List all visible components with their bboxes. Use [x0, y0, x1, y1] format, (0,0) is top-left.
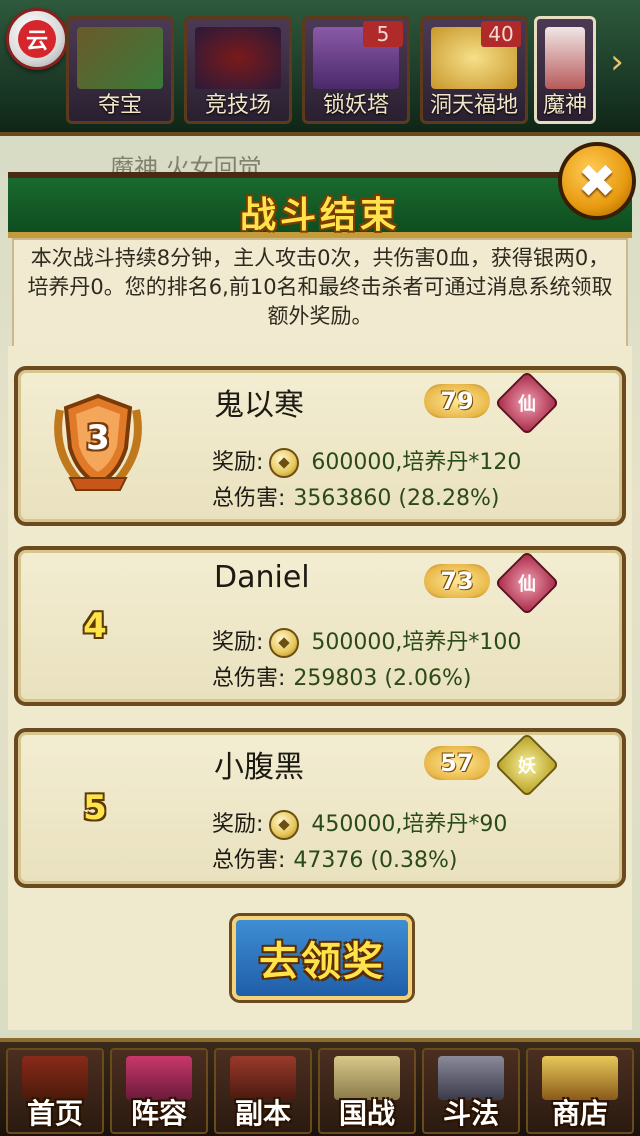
player-name: Daniel: [214, 560, 310, 595]
faction-demon-icon: 妖: [494, 732, 560, 798]
top-menu-bar: 云 夺宝 竞技场 锁妖塔 5 洞天福地 40 魔神 ›: [0, 0, 640, 136]
claim-reward-button[interactable]: 去领奖: [232, 916, 412, 1000]
nav-label: 斗法: [442, 1097, 499, 1130]
damage-value: 47376 (0.38%): [293, 848, 458, 873]
damage-row: 总伤害: 3563860 (28.28%): [212, 480, 499, 512]
damage-label: 总伤害:: [212, 666, 286, 691]
cloud-icon: 云: [18, 20, 56, 58]
coin-icon: [269, 628, 300, 658]
nav-national-war[interactable]: 国战: [318, 1048, 416, 1134]
battle-summary: 本次战斗持续8分钟，主人攻击0次，共伤害0血，获得银两0，培养丹0。您的排名6,…: [12, 238, 628, 348]
close-icon: ✖: [577, 154, 617, 208]
tab-label: 竞技场: [204, 93, 271, 118]
nav-dungeon[interactable]: 副本: [214, 1048, 312, 1134]
player-name: 鬼以寒: [214, 388, 304, 423]
nav-home[interactable]: 首页: [6, 1048, 104, 1134]
tab-label: 洞天福地: [429, 93, 518, 118]
nav-label: 首页: [26, 1097, 83, 1130]
list-item: 5 小腹黑 57 妖 奖励: 450000,培养丹*90 总伤害: 47376 (0…: [14, 728, 626, 888]
count-badge: 40: [481, 21, 521, 47]
summary-text: 本次战斗持续8分钟，主人攻击0次，共伤害0血，获得银两0，培养丹0。您的排名6,…: [27, 246, 613, 328]
tab-label: 魔神: [542, 93, 587, 118]
arena-icon: [195, 27, 281, 89]
player-name: 小腹黑: [214, 750, 304, 785]
list-item: 3 鬼以寒 79 仙 奖励: 600000,培养丹*120 总伤害: 3563860…: [14, 366, 626, 526]
nav-shop[interactable]: 商店: [526, 1048, 634, 1134]
tab-treasure[interactable]: 夺宝: [66, 16, 174, 124]
reward-value: 500000,培养丹*100: [311, 630, 522, 655]
crossed-swords-icon: [77, 27, 163, 89]
tab-demon-god[interactable]: 魔神: [534, 16, 596, 124]
nav-lineup[interactable]: 阵容: [110, 1048, 208, 1134]
cloud-button[interactable]: 云: [6, 8, 68, 70]
reward-value: 600000,培养丹*120: [311, 450, 522, 475]
faction-immortal-icon: 仙: [494, 550, 560, 616]
tab-paradise[interactable]: 洞天福地 40: [420, 16, 528, 124]
count-badge: 5: [363, 21, 403, 47]
damage-value: 3563860 (28.28%): [293, 486, 500, 511]
damage-row: 总伤害: 47376 (0.38%): [212, 842, 457, 874]
damage-label: 总伤害:: [212, 486, 286, 511]
tab-arena[interactable]: 竞技场: [184, 16, 292, 124]
tab-demon-tower[interactable]: 锁妖塔 5: [302, 16, 410, 124]
reward-label: 奖励:: [212, 450, 264, 475]
reward-row: 奖励: 500000,培养丹*100: [212, 624, 521, 658]
damage-value: 259803 (2.06%): [293, 666, 472, 691]
scroll-right-icon[interactable]: ›: [600, 40, 634, 84]
nav-label: 副本: [234, 1097, 291, 1130]
tab-label: 夺宝: [97, 93, 142, 118]
rank-number: 4: [83, 606, 107, 646]
battle-result-dialog: 战斗结束 ✖ 本次战斗持续8分钟，主人攻击0次，共伤害0血，获得银两0，培养丹0…: [8, 142, 636, 1030]
nav-label: 阵容: [130, 1097, 187, 1130]
level-badge: 79: [424, 384, 490, 418]
tab-label: 锁妖塔: [322, 93, 389, 118]
reward-row: 奖励: 450000,培养丹*90: [212, 806, 507, 840]
demon-god-icon: [545, 27, 585, 89]
bottom-nav: 首页 阵容 副本 国战 斗法 商店: [0, 1038, 640, 1136]
close-button[interactable]: ✖: [558, 142, 636, 220]
list-item: 4 Daniel 73 仙 奖励: 500000,培养丹*100 总伤害: 2598…: [14, 546, 626, 706]
dialog-title: 战斗结束: [239, 195, 400, 236]
coin-icon: [269, 448, 300, 478]
nav-duel[interactable]: 斗法: [422, 1048, 520, 1134]
nav-label: 国战: [338, 1097, 395, 1130]
reward-label: 奖励:: [212, 630, 264, 655]
coin-icon: [269, 810, 300, 840]
level-badge: 73: [424, 564, 490, 598]
dialog-header: 战斗结束: [8, 172, 632, 238]
reward-label: 奖励:: [212, 812, 264, 837]
reward-row: 奖励: 600000,培养丹*120: [212, 444, 521, 478]
damage-label: 总伤害:: [212, 848, 286, 873]
rank-number: 3: [86, 418, 110, 458]
rank-number: 5: [83, 788, 107, 828]
damage-row: 总伤害: 259803 (2.06%): [212, 660, 471, 692]
faction-immortal-icon: 仙: [494, 370, 560, 436]
level-badge: 57: [424, 746, 490, 780]
nav-label: 商店: [551, 1097, 608, 1130]
reward-value: 450000,培养丹*90: [311, 812, 508, 837]
